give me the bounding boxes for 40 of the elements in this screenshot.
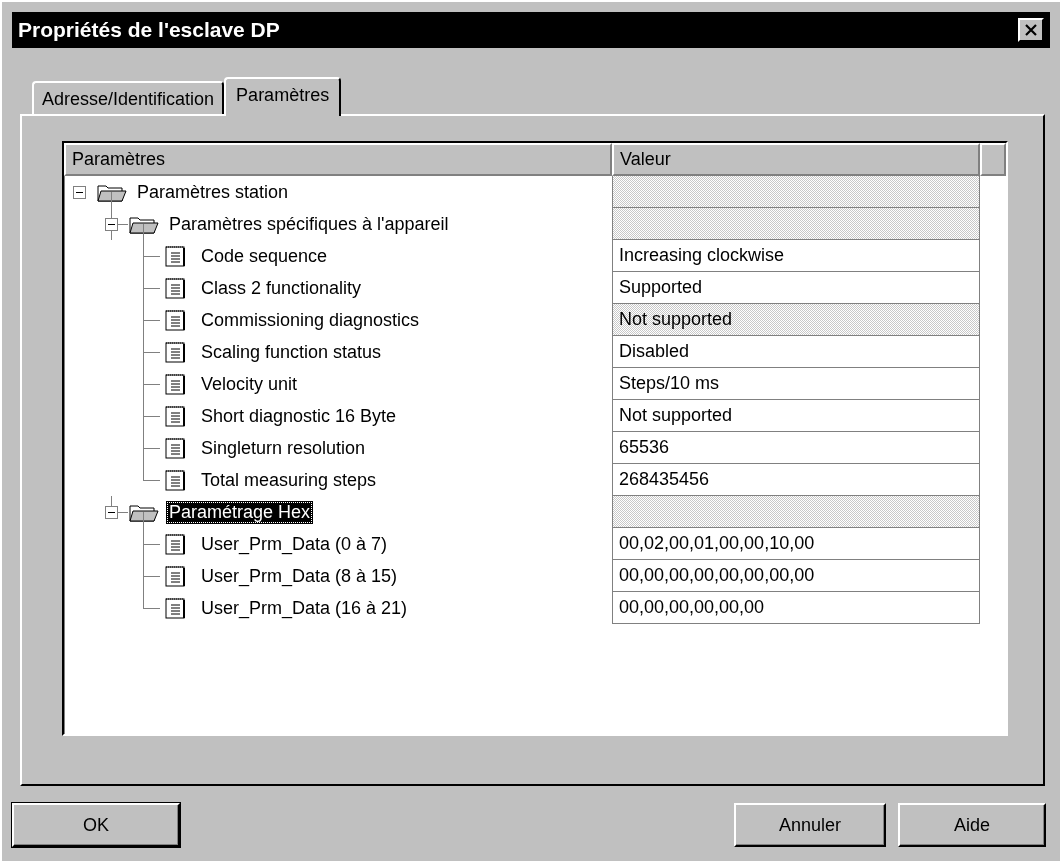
value-cell[interactable]: Supported xyxy=(612,272,980,304)
close-icon xyxy=(1024,24,1038,36)
close-button[interactable] xyxy=(1018,18,1044,42)
collapse-button[interactable] xyxy=(73,186,86,199)
tree-item[interactable]: Paramétrage Hex xyxy=(166,500,314,524)
tree-item[interactable]: Short diagnostic 16 Byte xyxy=(198,404,400,428)
tree-item[interactable]: User_Prm_Data (16 à 21) xyxy=(198,596,411,620)
tree-item[interactable]: Class 2 functionality xyxy=(198,276,365,300)
column-header[interactable]: Valeur xyxy=(612,143,980,176)
value-cell[interactable]: 268435456 xyxy=(612,464,980,496)
tree-item[interactable]: User_Prm_Data (8 à 15) xyxy=(198,564,401,588)
tab[interactable]: Paramètres xyxy=(224,77,342,116)
value-cell[interactable]: Not supported xyxy=(612,400,980,432)
value-cell[interactable]: Steps/10 ms xyxy=(612,368,980,400)
tree-item[interactable]: Singleturn resolution xyxy=(198,436,369,460)
value-cell[interactable]: 00,00,00,00,00,00 xyxy=(612,592,980,624)
tree-item[interactable]: Scaling function status xyxy=(198,340,385,364)
minus-icon xyxy=(108,509,115,516)
tree-item[interactable]: Commissioning diagnostics xyxy=(198,308,423,332)
tree-item[interactable]: Paramètres spécifiques à l'appareil xyxy=(166,212,452,236)
minus-icon xyxy=(108,221,115,228)
dialog-button[interactable]: Annuler xyxy=(734,803,886,847)
minus-icon xyxy=(76,189,83,196)
tree-item[interactable]: Code sequence xyxy=(198,244,331,268)
window-title: Propriétés de l'esclave DP xyxy=(18,18,280,42)
tab[interactable]: Adresse/Identification xyxy=(32,81,225,114)
tree-item[interactable]: Paramètres station xyxy=(134,180,292,204)
value-cell[interactable]: 65536 xyxy=(612,432,980,464)
value-cell[interactable]: Increasing clockwise xyxy=(612,240,980,272)
collapse-button[interactable] xyxy=(105,506,118,519)
tree-item[interactable]: Total measuring steps xyxy=(198,468,380,492)
value-cell[interactable]: Disabled xyxy=(612,336,980,368)
collapse-button[interactable] xyxy=(105,218,118,231)
value-cell[interactable]: 00,00,00,00,00,00,00,00 xyxy=(612,560,980,592)
tree-item[interactable]: Velocity unit xyxy=(198,372,301,396)
value-cell[interactable]: 00,02,00,01,00,00,10,00 xyxy=(612,528,980,560)
tree-item[interactable]: User_Prm_Data (0 à 7) xyxy=(198,532,391,556)
dialog-button[interactable]: OK xyxy=(12,803,180,847)
column-header[interactable]: Paramètres xyxy=(64,143,612,176)
dialog-button[interactable]: Aide xyxy=(898,803,1046,847)
